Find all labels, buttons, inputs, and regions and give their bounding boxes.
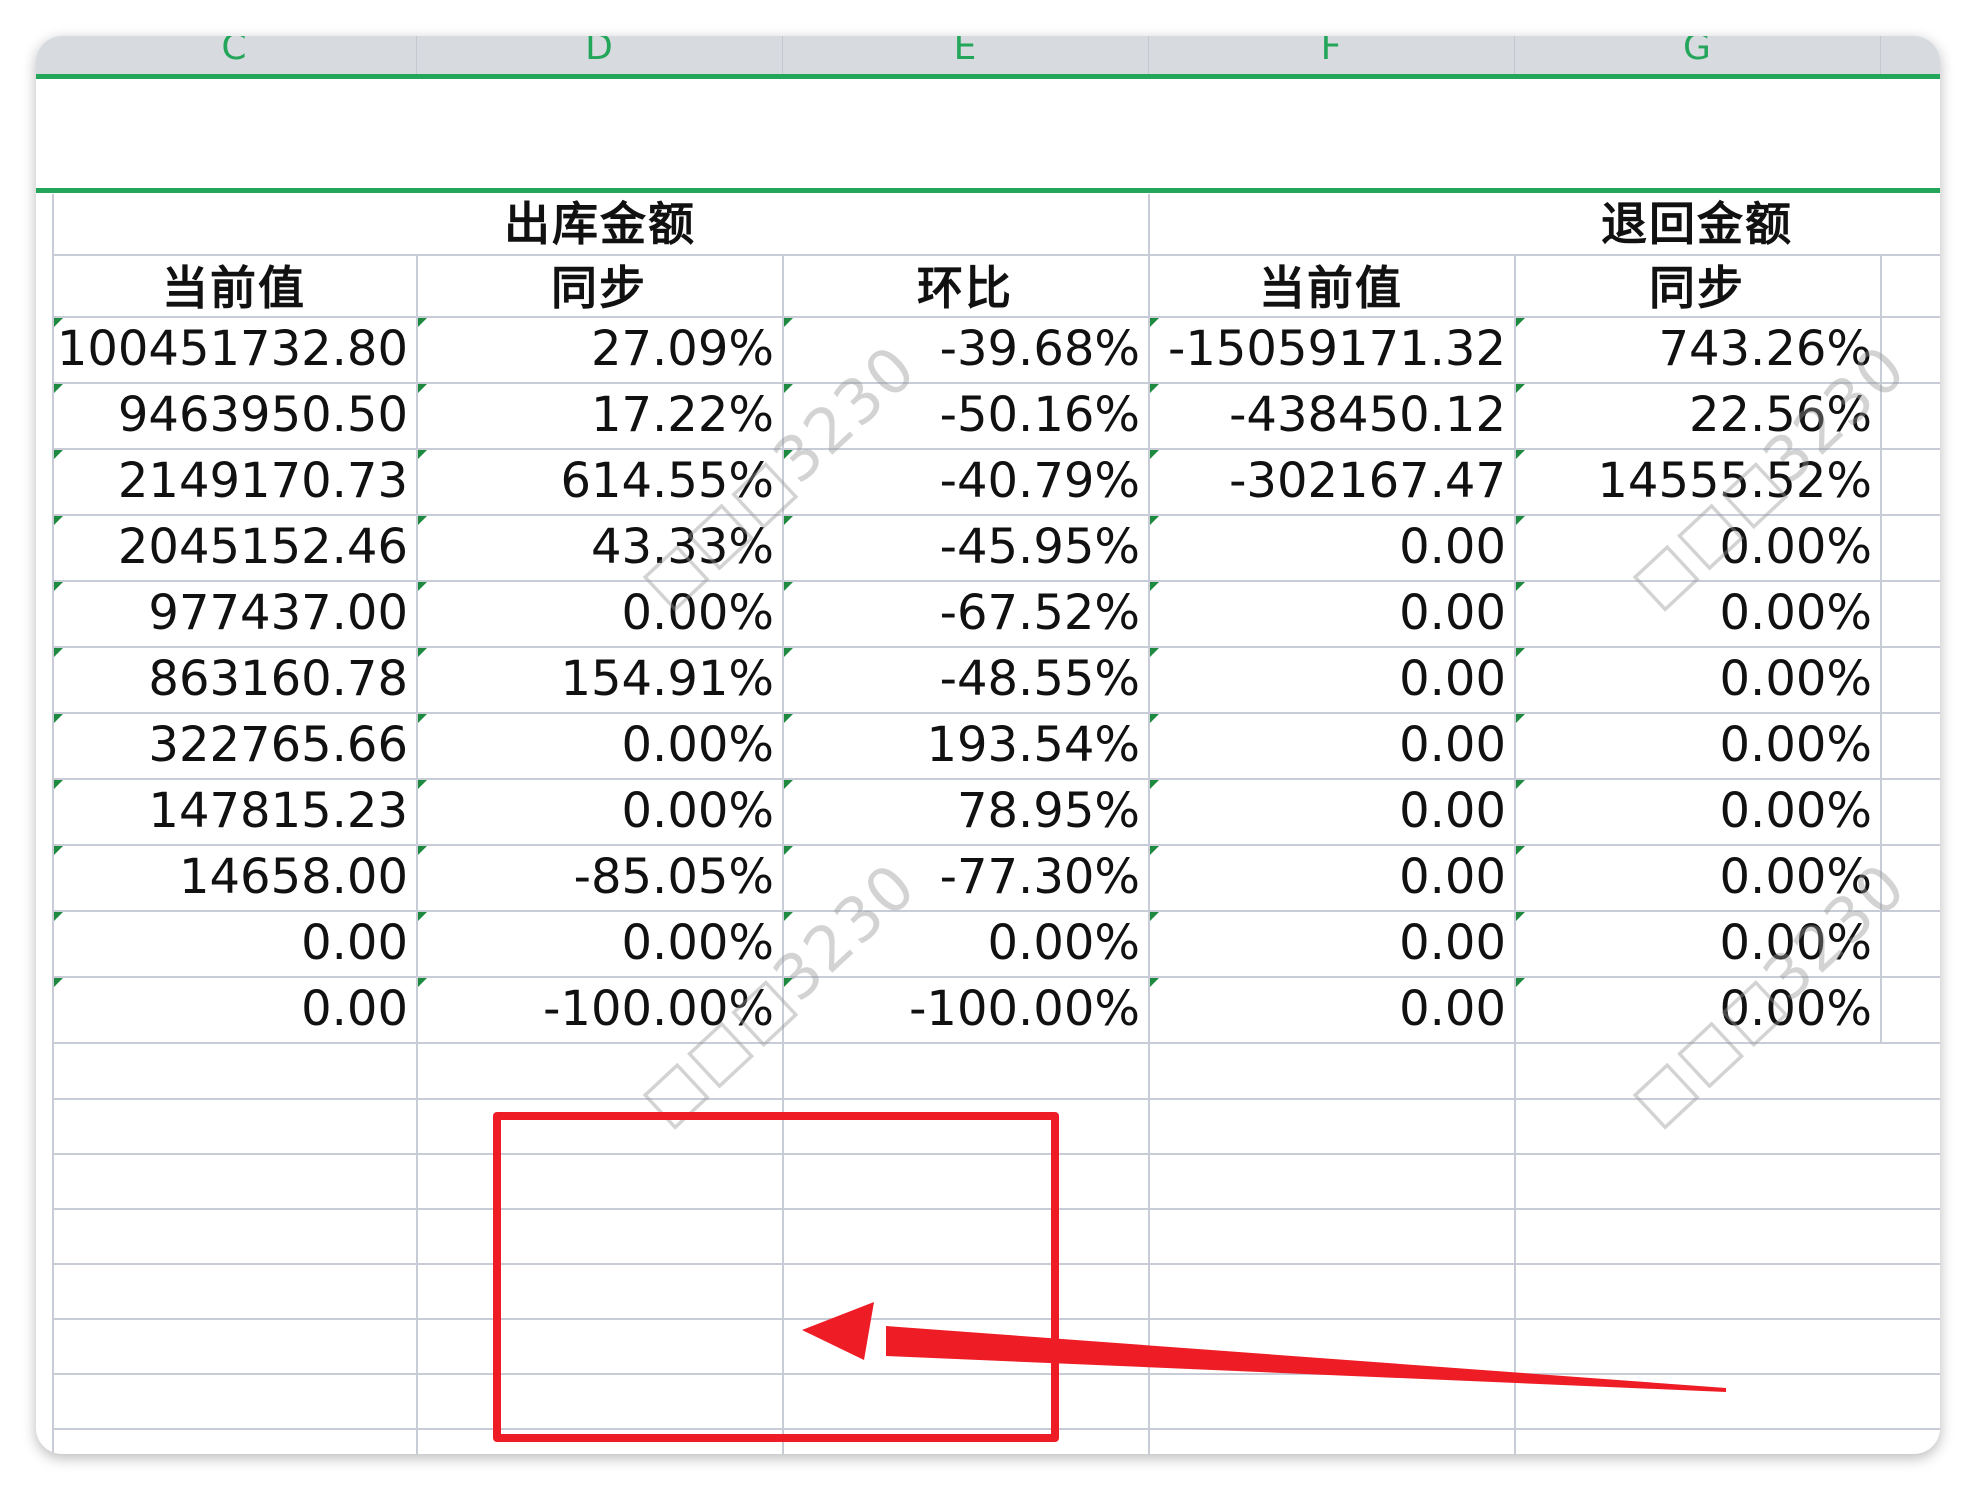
spreadsheet-window: C D E F G 出库金额 退回金额 当前值 同步 环比 当前值 同步 100… <box>36 36 1940 1454</box>
annotation-arrow-shaft <box>886 1326 1726 1392</box>
annotation-arrow-head <box>802 1302 874 1360</box>
annotation-arrow <box>802 1302 1726 1392</box>
